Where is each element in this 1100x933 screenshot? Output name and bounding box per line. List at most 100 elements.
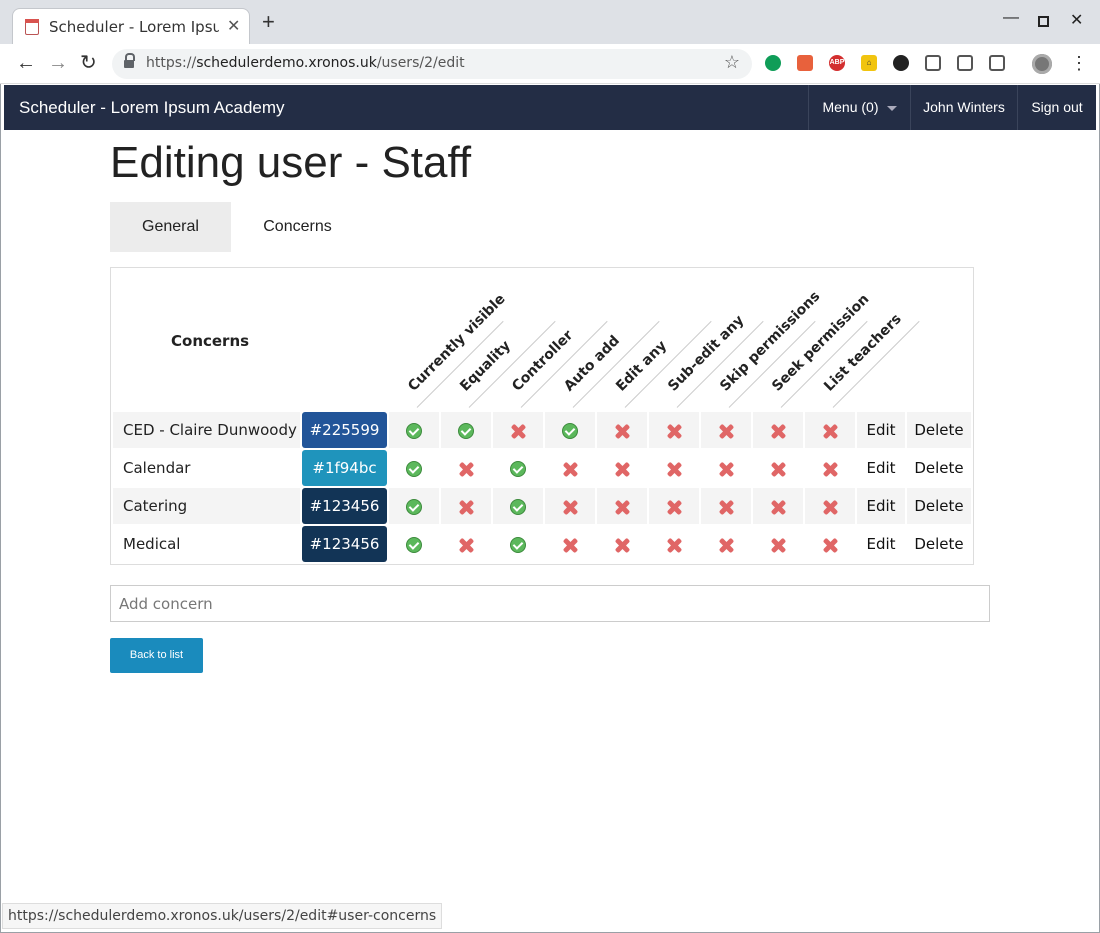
profile-avatar[interactable]: [1032, 54, 1052, 74]
flag-toggle[interactable]: [389, 412, 439, 448]
check-icon[interactable]: [406, 536, 422, 553]
address-bar[interactable]: https://schedulerdemo.xronos.uk/users/2/…: [112, 49, 752, 79]
flag-toggle[interactable]: [545, 412, 595, 448]
flag-toggle[interactable]: [545, 488, 595, 524]
flag-toggle[interactable]: [701, 450, 751, 486]
flag-toggle[interactable]: [441, 488, 491, 524]
tab-general[interactable]: General: [110, 202, 231, 252]
maximize-icon[interactable]: [1038, 16, 1049, 27]
cross-icon[interactable]: [770, 423, 786, 439]
cross-icon[interactable]: [458, 461, 474, 477]
menu-dropdown[interactable]: Menu (0): [808, 85, 910, 130]
flag-toggle[interactable]: [701, 412, 751, 448]
check-icon[interactable]: [458, 422, 474, 439]
cross-icon[interactable]: [666, 499, 682, 515]
cross-icon[interactable]: [614, 537, 630, 553]
check-icon[interactable]: [406, 460, 422, 477]
cross-icon[interactable]: [718, 461, 734, 477]
delete-link[interactable]: Delete: [907, 526, 971, 562]
check-icon[interactable]: [510, 460, 526, 477]
bookmark-star-icon[interactable]: ☆: [724, 52, 740, 73]
screenshot-icon[interactable]: [989, 55, 1005, 71]
flag-toggle[interactable]: [649, 412, 699, 448]
flag-toggle[interactable]: [597, 488, 647, 524]
flag-toggle[interactable]: [753, 450, 803, 486]
flag-toggle[interactable]: [701, 526, 751, 562]
cross-icon[interactable]: [562, 537, 578, 553]
cross-icon[interactable]: [666, 537, 682, 553]
flag-toggle[interactable]: [441, 412, 491, 448]
flag-toggle[interactable]: [753, 412, 803, 448]
back-arrow-icon[interactable]: ←: [16, 52, 36, 74]
cross-icon[interactable]: [614, 423, 630, 439]
check-icon[interactable]: [406, 422, 422, 439]
flag-toggle[interactable]: [701, 488, 751, 524]
add-concern-input[interactable]: [110, 585, 990, 622]
edit-link[interactable]: Edit: [857, 412, 905, 448]
forward-arrow-icon[interactable]: →: [48, 52, 68, 74]
cross-icon[interactable]: [770, 461, 786, 477]
flag-toggle[interactable]: [649, 450, 699, 486]
mail-icon[interactable]: [957, 55, 973, 71]
tab-concerns[interactable]: Concerns: [231, 202, 364, 252]
cross-icon[interactable]: [822, 423, 838, 439]
flag-toggle[interactable]: [805, 450, 855, 486]
edit-link[interactable]: Edit: [857, 488, 905, 524]
flag-toggle[interactable]: [441, 526, 491, 562]
brand-title[interactable]: Scheduler - Lorem Ipsum Academy: [19, 98, 285, 118]
cross-icon[interactable]: [614, 499, 630, 515]
paw-icon[interactable]: [893, 55, 909, 71]
cross-icon[interactable]: [770, 499, 786, 515]
house-icon[interactable]: ⌂: [861, 55, 877, 71]
minimize-icon[interactable]: —: [1003, 9, 1019, 27]
flag-toggle[interactable]: [597, 450, 647, 486]
close-window-icon[interactable]: ✕: [1070, 10, 1083, 30]
browser-menu-icon[interactable]: ⋮: [1070, 52, 1088, 74]
delete-link[interactable]: Delete: [907, 412, 971, 448]
flag-toggle[interactable]: [597, 526, 647, 562]
cross-icon[interactable]: [458, 499, 474, 515]
reload-icon[interactable]: ↻: [80, 52, 97, 74]
flag-toggle[interactable]: [753, 526, 803, 562]
sign-out-link[interactable]: Sign out: [1017, 85, 1096, 130]
concern-color-badge[interactable]: #123456: [302, 488, 387, 524]
cross-icon[interactable]: [562, 461, 578, 477]
flag-toggle[interactable]: [441, 450, 491, 486]
cross-icon[interactable]: [614, 461, 630, 477]
flag-toggle[interactable]: [493, 526, 543, 562]
check-icon[interactable]: [510, 498, 526, 515]
cross-icon[interactable]: [718, 423, 734, 439]
flag-toggle[interactable]: [753, 488, 803, 524]
cross-icon[interactable]: [822, 537, 838, 553]
cross-icon[interactable]: [822, 461, 838, 477]
check-icon[interactable]: [562, 422, 578, 439]
flag-toggle[interactable]: [493, 412, 543, 448]
evernote-icon[interactable]: [765, 55, 781, 71]
lock-icon[interactable]: [124, 53, 135, 69]
flag-toggle[interactable]: [805, 488, 855, 524]
cross-icon[interactable]: [458, 537, 474, 553]
concern-color-badge[interactable]: #123456: [302, 526, 387, 562]
flag-toggle[interactable]: [545, 450, 595, 486]
cross-icon[interactable]: [770, 537, 786, 553]
cross-icon[interactable]: [822, 499, 838, 515]
delete-link[interactable]: Delete: [907, 450, 971, 486]
flag-toggle[interactable]: [389, 488, 439, 524]
bulb-icon[interactable]: [925, 55, 941, 71]
cross-icon[interactable]: [718, 499, 734, 515]
cross-icon[interactable]: [666, 423, 682, 439]
cross-icon[interactable]: [666, 461, 682, 477]
browser-tab[interactable]: Scheduler - Lorem Ipsum A ✕: [12, 8, 250, 44]
flag-toggle[interactable]: [389, 450, 439, 486]
flag-toggle[interactable]: [649, 488, 699, 524]
flag-toggle[interactable]: [597, 412, 647, 448]
close-tab-icon[interactable]: ✕: [227, 16, 240, 36]
flag-toggle[interactable]: [493, 450, 543, 486]
flag-toggle[interactable]: [389, 526, 439, 562]
pdf-icon[interactable]: [797, 55, 813, 71]
url-text[interactable]: https://schedulerdemo.xronos.uk/users/2/…: [146, 55, 465, 71]
user-link[interactable]: John Winters: [910, 85, 1017, 130]
flag-toggle[interactable]: [805, 412, 855, 448]
cross-icon[interactable]: [718, 537, 734, 553]
back-to-list-button[interactable]: Back to list: [110, 638, 203, 673]
